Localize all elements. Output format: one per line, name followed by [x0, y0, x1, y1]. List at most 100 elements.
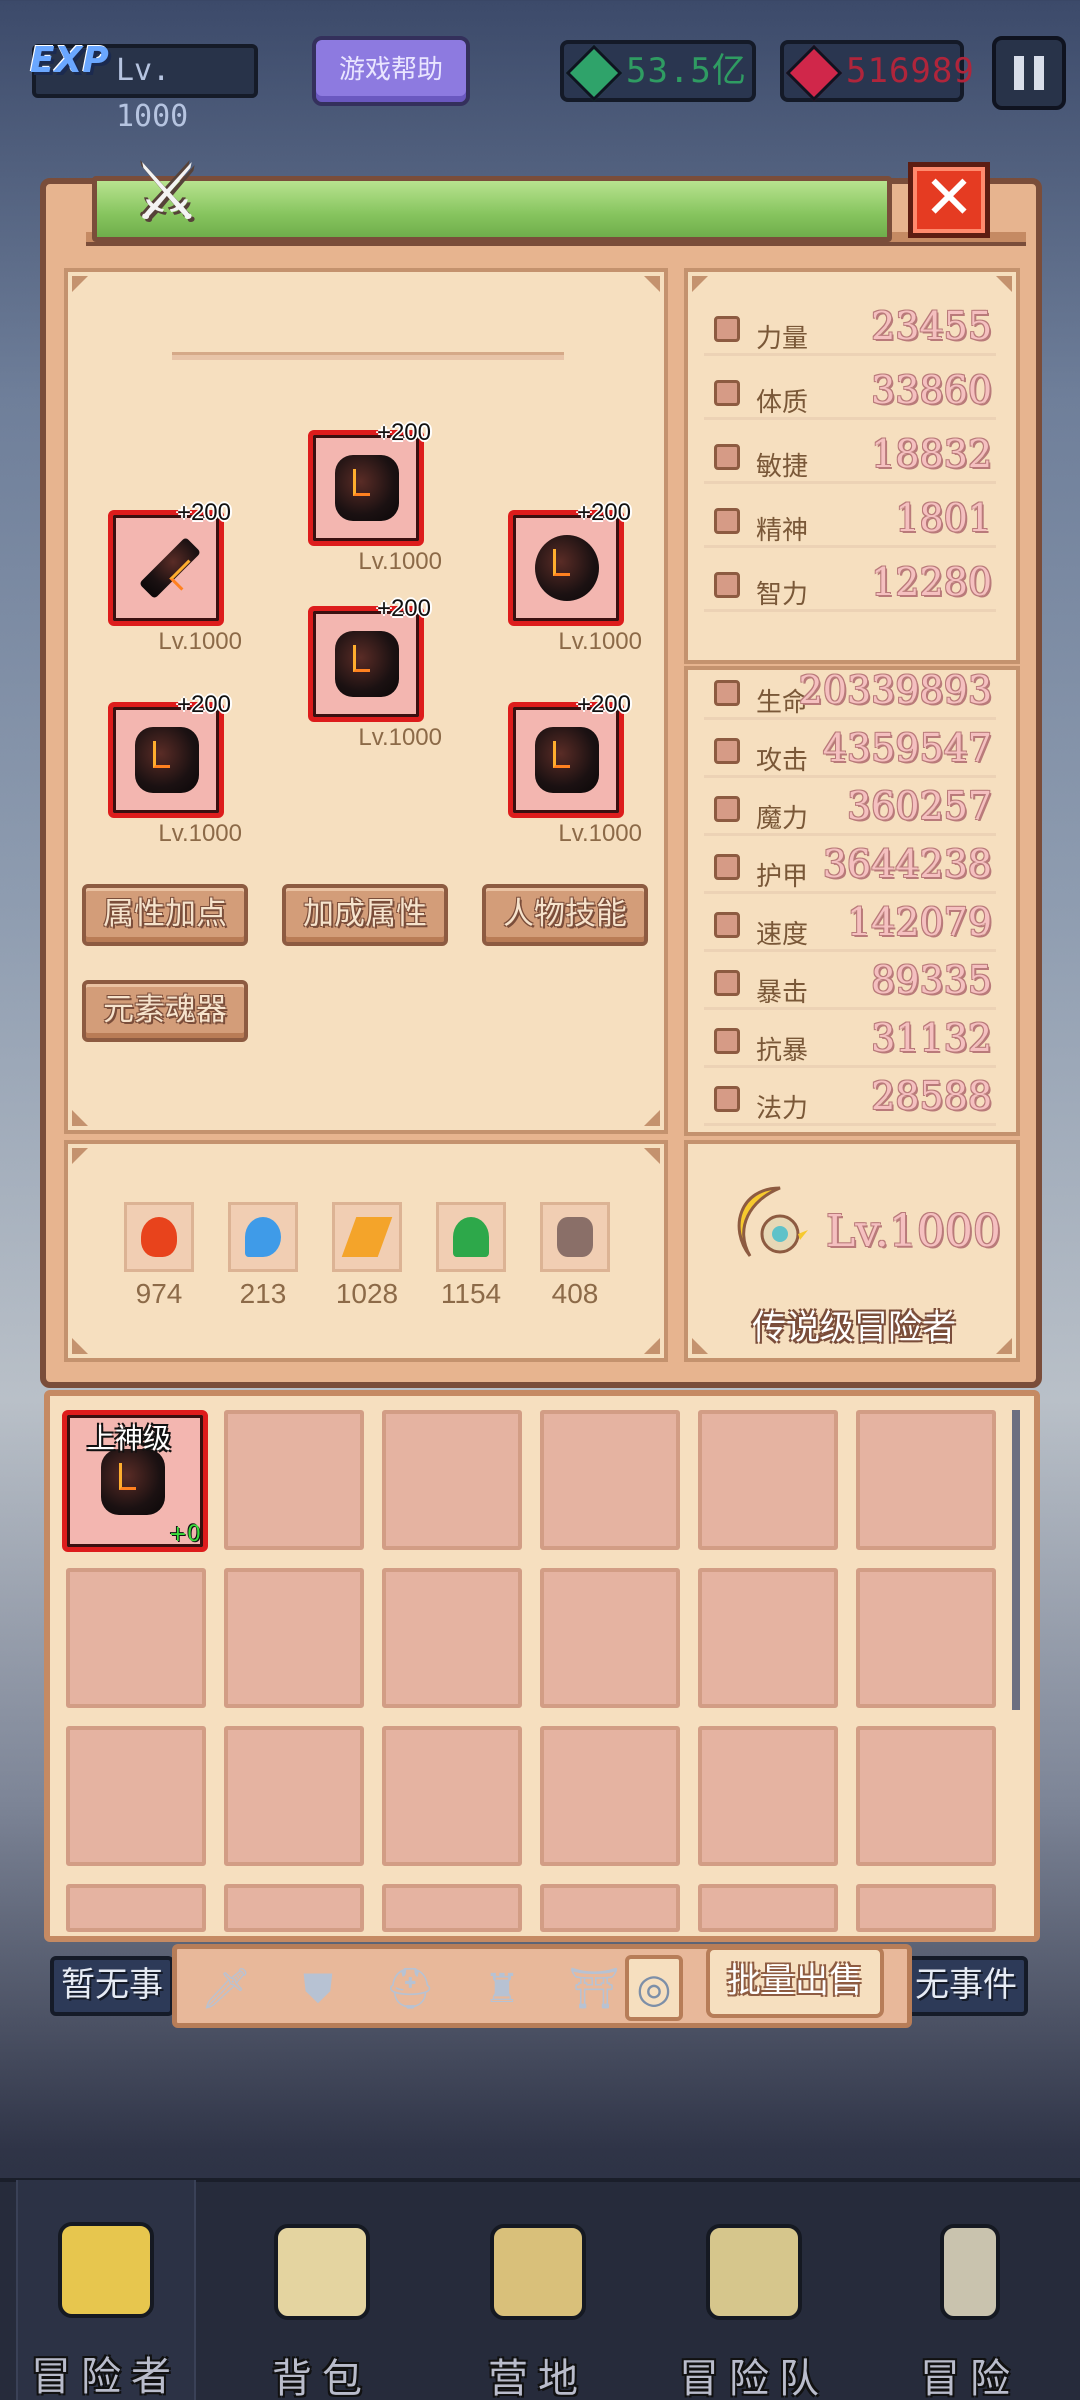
adventurer-icon [58, 2222, 154, 2318]
lightning-icon [341, 1217, 393, 1257]
stat-row-agility: 敏捷 18832 [704, 432, 996, 484]
enhance-level: +200 [176, 691, 231, 718]
nav-camp[interactable]: 营地 [448, 2210, 628, 2400]
inventory-slot[interactable] [856, 1884, 996, 1932]
stat-label: 力量 [756, 324, 809, 354]
stat-label: 抗暴 [756, 1036, 809, 1066]
inventory-slot[interactable] [856, 1410, 996, 1550]
inventory-scrollbar[interactable] [1012, 1410, 1020, 1710]
equip-level: Lv.1000 [558, 820, 642, 847]
nav-backpack[interactable]: 背包 [232, 2210, 412, 2400]
bonus-attributes-button[interactable]: 加成属性 [282, 884, 448, 946]
star-icon [714, 508, 740, 534]
inventory-slot[interactable] [540, 1884, 680, 1932]
inventory-slot[interactable] [540, 1568, 680, 1708]
helmet-icon[interactable]: ⛑ [381, 1963, 439, 2015]
equip-slot-armor[interactable]: +200 [308, 595, 431, 722]
stat-label: 敏捷 [756, 452, 809, 482]
element-water: 213 [228, 1202, 298, 1310]
close-button[interactable]: ✕ [908, 162, 990, 238]
stat-row-attack: 攻击 4359547 [704, 726, 996, 778]
stat-value: 4359547 [822, 726, 992, 770]
nav-label: 冒险 [920, 2356, 1020, 2400]
inventory-slot[interactable] [540, 1410, 680, 1550]
boots-icon[interactable]: ⛩ [565, 1963, 623, 2015]
gauntlet-icon [135, 727, 199, 793]
game-help-button[interactable]: 游戏帮助 [312, 36, 470, 106]
heart-icon [714, 380, 740, 406]
stat-row-intelligence: 智力 12280 [704, 560, 996, 612]
nav-adventurer[interactable]: 冒险者 [16, 2180, 196, 2400]
stat-label: 暴击 [756, 978, 809, 1008]
inventory-slot[interactable] [698, 1884, 838, 1932]
green-currency: 53.5亿 [560, 40, 756, 102]
element-value: 408 [551, 1278, 599, 1309]
inventory-slot[interactable] [540, 1726, 680, 1866]
shield-icon[interactable]: ⛊ [289, 1963, 347, 2015]
item-enhance: +0 [168, 1522, 201, 1547]
equip-slot-boots[interactable]: +200 [508, 691, 631, 818]
enhance-level: +200 [576, 691, 631, 718]
wand-icon [714, 796, 740, 822]
rank-emblem-icon [737, 1186, 808, 1257]
ring-icon[interactable]: ◎ [625, 1955, 683, 2021]
crossed-swords-icon: ⚔ [132, 148, 202, 238]
inventory-slot[interactable] [698, 1726, 838, 1866]
element-soul-button[interactable]: 元素魂器 [82, 980, 248, 1042]
green-currency-value: 53.5亿 [626, 51, 747, 91]
stat-row-armor: 护甲 3644238 [704, 842, 996, 894]
stat-row-mana: 法力 28588 [704, 1074, 996, 1126]
inventory-slot[interactable] [224, 1884, 364, 1932]
stat-label: 魔力 [756, 804, 809, 834]
equip-slot-shield[interactable]: +200 [508, 499, 631, 626]
inventory-slot[interactable] [224, 1726, 364, 1866]
inventory-slot[interactable] [224, 1568, 364, 1708]
stat-value: 23455 [871, 304, 992, 348]
inventory-slot[interactable] [382, 1568, 522, 1708]
bulk-sell-button[interactable]: 批量出售 [706, 1946, 884, 2018]
attribute-points-button[interactable]: 属性加点 [82, 884, 248, 946]
sword-icon[interactable]: 🗡 [197, 1963, 255, 2015]
inventory-item[interactable]: 上神级 +0 [62, 1410, 208, 1552]
skull-icon-frame [540, 1202, 610, 1272]
armor-icon [335, 631, 399, 697]
element-lightning: 1028 [332, 1202, 402, 1310]
stat-value: 3644238 [822, 842, 992, 886]
equip-slot-weapon[interactable]: +200 [108, 499, 231, 626]
pause-button[interactable] [992, 36, 1066, 110]
sword-icon [138, 536, 202, 600]
character-skills-button[interactable]: 人物技能 [482, 884, 648, 946]
inventory-slot[interactable] [66, 1884, 206, 1932]
enhance-level: +200 [576, 499, 631, 526]
shield-icon [535, 535, 599, 601]
inventory-slot[interactable] [698, 1410, 838, 1550]
inventory-slot[interactable] [382, 1410, 522, 1550]
enhance-level: +200 [376, 419, 431, 446]
equip-slot-gauntlet[interactable]: +200 [108, 691, 231, 818]
left-event-tag: 暂无事 [50, 1956, 174, 2016]
backpack-icon [274, 2224, 370, 2320]
exp-logo: EXP [30, 40, 109, 81]
nav-adventure[interactable]: 冒险 [880, 2210, 1060, 2400]
equip-level: Lv.1000 [558, 628, 642, 655]
inventory-slot[interactable] [224, 1410, 364, 1550]
nav-team[interactable]: 冒险队 [664, 2210, 844, 2400]
wind-icon [453, 1217, 489, 1257]
right-event-tag: 无事件 [904, 1956, 1028, 2016]
stat-value: 20339893 [798, 668, 992, 712]
inventory-slot[interactable] [66, 1726, 206, 1866]
stat-value: 28588 [871, 1074, 992, 1118]
inventory-slot[interactable] [856, 1568, 996, 1708]
nav-label: 冒险队 [679, 2356, 829, 2400]
armor-icon[interactable]: ♜ [473, 1963, 531, 2015]
inventory-slot[interactable] [382, 1726, 522, 1866]
inventory-slot[interactable] [382, 1884, 522, 1932]
inventory-slot[interactable] [698, 1568, 838, 1708]
inventory-slot[interactable] [66, 1568, 206, 1708]
inventory-slot[interactable] [856, 1726, 996, 1866]
element-value: 1028 [335, 1278, 399, 1309]
equip-slot-helmet[interactable]: +200 [308, 419, 431, 546]
item-tier: 上神级 [87, 1422, 172, 1455]
stat-row-strength: 力量 23455 [704, 304, 996, 356]
stat-label: 护甲 [756, 862, 809, 892]
